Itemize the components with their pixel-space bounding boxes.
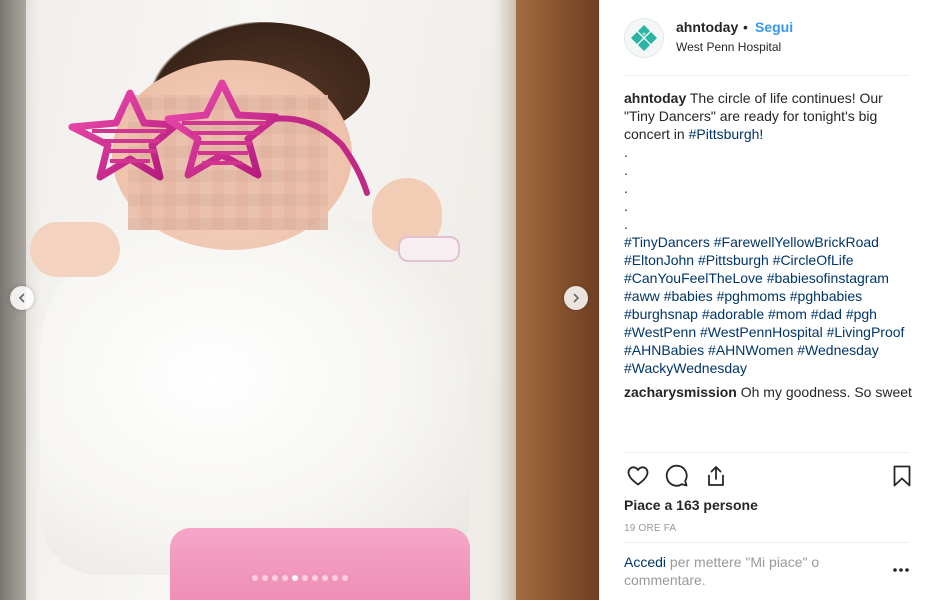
login-link[interactable]: Accedi — [624, 554, 666, 570]
caption-end: ! — [759, 126, 764, 142]
carousel-prev-button[interactable] — [10, 286, 34, 310]
bookmark-icon — [893, 465, 911, 487]
ahn-logo-icon — [631, 25, 657, 51]
carousel-dot — [262, 575, 268, 581]
comment-text: Oh my goodness. So sweet — [740, 384, 912, 400]
comment-bubble-icon — [665, 464, 688, 487]
post-photo — [0, 0, 599, 600]
carousel-dot — [342, 575, 348, 581]
comment-button[interactable] — [663, 462, 691, 490]
carousel-dot — [252, 575, 258, 581]
star-glasses — [68, 79, 370, 196]
post-sidebar: ahntoday • Segui West Penn Hospital ahnt… — [599, 0, 939, 600]
hashtag-list[interactable]: #TinyDancers #FarewellYellowBrickRoad #E… — [624, 233, 914, 377]
carousel-dot — [332, 575, 338, 581]
chevron-left-icon — [18, 293, 25, 303]
chevron-right-icon — [573, 293, 580, 303]
carousel-dot — [302, 575, 308, 581]
caption-username[interactable]: ahntoday — [624, 90, 686, 106]
divider — [624, 542, 910, 543]
bassinet-rail — [500, 0, 516, 600]
separator-dot: • — [743, 19, 748, 35]
divider — [624, 75, 910, 76]
like-count[interactable]: Piace a 163 persone — [624, 497, 758, 513]
caption-dot: . — [624, 198, 628, 214]
action-bar — [624, 462, 914, 492]
more-horizontal-icon — [893, 568, 909, 572]
username[interactable]: ahntoday — [676, 19, 738, 35]
caption: ahntoday The circle of life continues! O… — [624, 89, 914, 143]
hospital-wristband — [398, 236, 460, 262]
comment: zacharysmission Oh my goodness. So sweet — [624, 383, 914, 401]
heart-icon — [627, 466, 649, 486]
caption-dot: . — [624, 180, 628, 196]
baby-hand-left — [30, 222, 120, 277]
carousel-next-button[interactable] — [564, 286, 588, 310]
caption-hashtag[interactable]: #Pittsburgh — [689, 126, 760, 142]
post-header: ahntoday • Segui West Penn Hospital — [600, 0, 939, 76]
carousel-dot — [282, 575, 288, 581]
share-button[interactable] — [702, 462, 730, 490]
carousel-indicator — [252, 575, 348, 581]
baby-pants — [170, 528, 470, 600]
comments-section: ahntoday The circle of life continues! O… — [624, 89, 914, 401]
carousel-dot — [272, 575, 278, 581]
more-options-button[interactable] — [890, 562, 912, 578]
post-timestamp[interactable]: 19 ORE FA — [624, 523, 676, 534]
caption-dot: . — [624, 162, 628, 178]
carousel-dot — [292, 575, 298, 581]
avatar[interactable] — [624, 18, 664, 58]
like-button[interactable] — [624, 462, 652, 490]
share-icon — [708, 466, 724, 486]
caption-dot: . — [624, 144, 628, 160]
login-prompt: Accedi per mettere "Mi piace" o commenta… — [624, 553, 874, 589]
caption-dot: . — [624, 216, 628, 232]
comment-username[interactable]: zacharysmission — [624, 384, 737, 400]
follow-button[interactable]: Segui — [755, 19, 793, 35]
divider — [624, 452, 910, 453]
carousel-dot — [322, 575, 328, 581]
location-link[interactable]: West Penn Hospital — [676, 40, 781, 54]
save-button[interactable] — [888, 462, 916, 490]
carousel-dot — [312, 575, 318, 581]
